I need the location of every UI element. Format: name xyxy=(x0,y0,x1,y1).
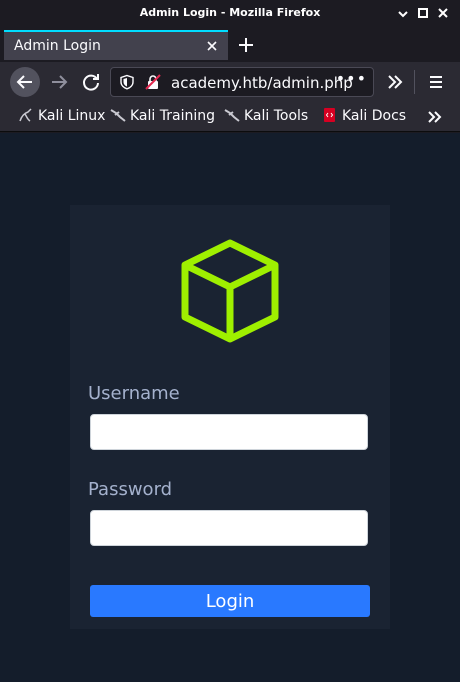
navigation-toolbar: academy.htb/admin.php ••• xyxy=(0,62,460,102)
toolbar-divider xyxy=(414,70,415,94)
hamburger-menu-icon[interactable] xyxy=(426,72,446,92)
page-actions-icon[interactable]: ••• xyxy=(336,69,367,88)
url-text: academy.htb/admin.php xyxy=(171,74,353,92)
password-label: Password xyxy=(88,479,173,500)
back-arrow-icon xyxy=(16,75,32,89)
username-label: Username xyxy=(88,383,180,404)
tab-admin-login[interactable]: Admin Login xyxy=(4,30,228,60)
bookmarks-overflow-icon[interactable] xyxy=(426,109,444,125)
url-bar[interactable]: academy.htb/admin.php ••• xyxy=(110,67,374,97)
docs-book-icon xyxy=(324,108,335,122)
bookmarks-toolbar: Kali Linux Kali Training Kali Tools Kali… xyxy=(0,102,460,132)
forward-arrow-icon xyxy=(52,75,68,89)
bookmark-kali-linux[interactable]: Kali Linux xyxy=(18,107,105,127)
kali-dragon-icon xyxy=(19,108,32,122)
bookmark-label: Kali Docs xyxy=(342,108,407,124)
bookmark-kali-tools[interactable]: Kali Tools xyxy=(224,107,308,127)
kali-dragon-icon xyxy=(224,109,240,122)
username-input[interactable] xyxy=(90,414,368,450)
reload-button[interactable] xyxy=(76,67,106,97)
close-window-icon[interactable] xyxy=(436,6,450,20)
cube-logo-icon xyxy=(181,239,279,343)
new-tab-icon[interactable] xyxy=(236,35,256,55)
password-input[interactable] xyxy=(90,510,368,546)
tab-strip: Admin Login xyxy=(0,28,460,62)
overflow-chevron-icon[interactable] xyxy=(384,72,406,92)
shield-icon[interactable] xyxy=(119,74,135,90)
login-card: Username Password Login xyxy=(70,205,390,629)
bookmark-kali-docs[interactable]: Kali Docs xyxy=(322,107,406,127)
reload-icon xyxy=(83,74,99,91)
page-content: Username Password Login xyxy=(0,133,460,682)
window-titlebar: Admin Login - Mozilla Firefox xyxy=(0,0,460,28)
forward-button[interactable] xyxy=(44,67,74,97)
maximize-icon[interactable] xyxy=(416,6,430,20)
close-tab-icon[interactable] xyxy=(204,38,220,54)
window-title: Admin Login - Mozilla Firefox xyxy=(139,6,321,19)
login-button[interactable]: Login xyxy=(90,585,370,617)
kali-dragon-icon xyxy=(110,109,126,122)
tab-label: Admin Login xyxy=(14,38,101,54)
back-button[interactable] xyxy=(10,67,40,97)
bookmark-label: Kali Linux xyxy=(38,108,106,124)
minimize-icon[interactable] xyxy=(396,6,410,20)
bookmark-kali-training[interactable]: Kali Training xyxy=(110,107,215,127)
bookmark-label: Kali Training xyxy=(130,108,215,124)
bookmark-label: Kali Tools xyxy=(244,108,309,124)
insecure-lock-icon[interactable] xyxy=(145,74,161,90)
